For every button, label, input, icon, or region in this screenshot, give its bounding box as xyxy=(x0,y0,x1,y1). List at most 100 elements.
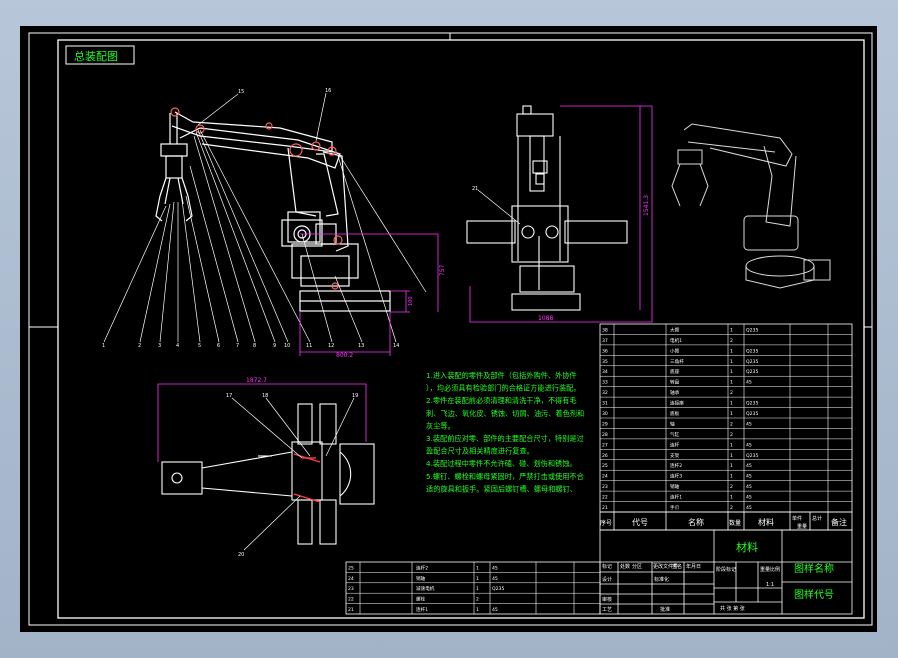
bom-cell: 1 xyxy=(730,327,733,333)
front-callout: 21 xyxy=(472,186,478,192)
bom-cell: 45 xyxy=(746,495,752,501)
bom-cell: 2 xyxy=(476,597,479,603)
bom-lower-row: 24 销轴 1 45 xyxy=(348,575,498,582)
bom-lower-row: 23 减速电机 1 Q235 xyxy=(348,585,504,592)
bom-cell: 2 xyxy=(730,432,733,438)
dim-front-width: 1088 xyxy=(538,315,553,322)
bom-cell: 1 xyxy=(730,411,733,417)
bom-cell: 21 xyxy=(602,505,608,511)
note-line: 2.零件在装配前必须清理和清洗干净，不得有毛 xyxy=(426,396,577,405)
callout-15: 15 xyxy=(238,89,244,95)
bom-cell: 1 xyxy=(730,463,733,469)
bom-cell: 23 xyxy=(348,586,354,592)
bom-row: 30 底板 1 Q235 xyxy=(602,410,758,417)
tb-sign: 签名 xyxy=(672,563,682,570)
bom-cell: 小臂 xyxy=(670,347,680,354)
note-line: ），均必须具有检验部门的合格证方能进行装配。 xyxy=(426,384,581,393)
tb-weight: 重量 xyxy=(760,566,770,573)
part-label-10: 10 xyxy=(284,343,290,349)
bom-h-mat: 材料 xyxy=(758,517,774,527)
bom-cell: 27 xyxy=(602,442,608,448)
bom-h-remark: 备注 xyxy=(831,517,847,527)
dim-front-height: 1541.3 xyxy=(643,195,650,216)
bom-cell: 1 xyxy=(730,359,733,365)
bom-cell: 32 xyxy=(602,390,608,396)
bom-table-lower: 25 连杆2 1 45 24 销轴 1 45 23 减速电机 1 Q235 22 螺栓 2 21 连杆1 1 45 xyxy=(345,561,601,615)
tb-scale: 比例 xyxy=(770,566,780,573)
note-line: 5.螺钉、螺栓和螺母紧固时，严禁打击或使用不合 xyxy=(426,472,584,481)
tb-sheet: 共 张 第 张 xyxy=(720,605,745,612)
callout-16: 16 xyxy=(325,88,331,94)
bom-row: 31 连接座 1 Q235 xyxy=(602,400,758,407)
bom-cell: 45 xyxy=(746,442,752,448)
bom-row: 35 三角杆 1 Q235 xyxy=(602,358,758,365)
bom-cell: 三角杆 xyxy=(670,358,684,365)
part-label-8: 8 xyxy=(253,343,256,349)
dim-side-height: 757 xyxy=(439,264,446,276)
side-view-labels: 1 2 3 4 5 6 7 8 9 10 11 12 13 14 15 16 xyxy=(102,88,399,349)
bom-h-unit: 单件 xyxy=(792,515,802,522)
bom-cell: 连杆1 xyxy=(416,606,428,613)
bom-cell: 25 xyxy=(348,565,354,571)
bom-table-upper: 38 大臂 1 Q235 37 电机1 2 36 小臂 1 Q235 35 三角杆 1 Q235 34 底座 1 Q… xyxy=(599,323,853,513)
bom-cell: 45 xyxy=(492,607,498,613)
bom-cell: 螺栓 xyxy=(416,596,426,603)
part-label-13: 13 xyxy=(358,343,364,349)
bom-cell: 1 xyxy=(730,369,733,375)
bom-cell: 1 xyxy=(730,453,733,459)
front-view-dims xyxy=(469,105,653,323)
bom-cell: 2 xyxy=(730,338,733,344)
dim-side-base: 100 xyxy=(408,296,414,306)
part-label-6: 6 xyxy=(217,343,220,349)
bom-row: 29 轴 2 45 xyxy=(602,420,752,427)
bom-cell: 1 xyxy=(730,380,733,386)
bom-cell: 45 xyxy=(492,576,498,582)
bom-h-qty: 数量 xyxy=(729,519,741,527)
tb-mark: 标记 xyxy=(602,563,612,570)
bom-lower-row: 25 连杆2 1 45 xyxy=(348,564,498,571)
tb-review: 审核 xyxy=(602,596,612,603)
note-line: 4.装配过程中零件不允许磕、碰、划伤和锈蚀。 xyxy=(426,459,577,468)
bom-cell: 转盘 xyxy=(670,379,680,386)
dim-side-width: 800.2 xyxy=(336,352,353,359)
bom-cell: 31 xyxy=(602,401,608,407)
bom-cell: 1 xyxy=(476,607,479,613)
part-label-11: 11 xyxy=(306,343,312,349)
side-view-dims xyxy=(299,233,439,356)
bom-cell: 22 xyxy=(348,597,354,603)
bom-row: 37 电机1 2 xyxy=(602,337,733,344)
tb-approve: 批准 xyxy=(660,606,670,613)
bom-cell: 1 xyxy=(730,442,733,448)
bom-h-name: 名称 xyxy=(688,517,704,527)
bom-h-total: 总计 xyxy=(812,515,822,522)
bom-cell: 45 xyxy=(746,505,752,511)
bom-cell: 连杆2 xyxy=(416,564,428,571)
bom-cell: 38 xyxy=(602,327,608,333)
isometric-view xyxy=(671,123,831,289)
part-label-4: 4 xyxy=(176,343,179,349)
bom-cell: Q235 xyxy=(746,411,758,417)
bom-cell: 2 xyxy=(730,484,733,490)
top-callout-18: 18 xyxy=(262,393,268,399)
bom-cell: 22 xyxy=(602,495,608,501)
bom-cell: Q235 xyxy=(746,369,758,375)
bom-row: 26 支架 1 Q235 xyxy=(602,452,758,459)
cad-canvas[interactable]: 总装配图 1 2 3 4 5 6 7 8 9 10 11 12 13 14 15… xyxy=(20,26,877,632)
bom-cell: Q235 xyxy=(746,327,758,333)
bom-cell: 25 xyxy=(602,463,608,469)
tb-zone: 分区 xyxy=(632,563,642,570)
bom-cell: Q235 xyxy=(492,586,504,592)
tb-std: 标准化 xyxy=(654,576,669,583)
bom-cell: 23 xyxy=(602,484,608,490)
bom-lower-row: 21 连杆1 1 45 xyxy=(348,606,498,613)
part-label-14: 14 xyxy=(393,343,399,349)
bom-cell: 45 xyxy=(746,474,752,480)
bom-cell: 气缸 xyxy=(670,431,680,438)
bom-cell: 21 xyxy=(348,607,354,613)
bom-cell: 电机1 xyxy=(670,337,682,344)
bom-cell: 24 xyxy=(348,576,354,582)
note-line: 1.进入装配的零件及部件（包括外购件、外协件 xyxy=(426,371,577,380)
note-line: 适的旋具和扳手。紧固后螺钉槽、螺母和螺钉、 xyxy=(426,484,577,493)
bom-cell: Q235 xyxy=(746,359,758,365)
top-callout-17: 17 xyxy=(226,393,232,399)
